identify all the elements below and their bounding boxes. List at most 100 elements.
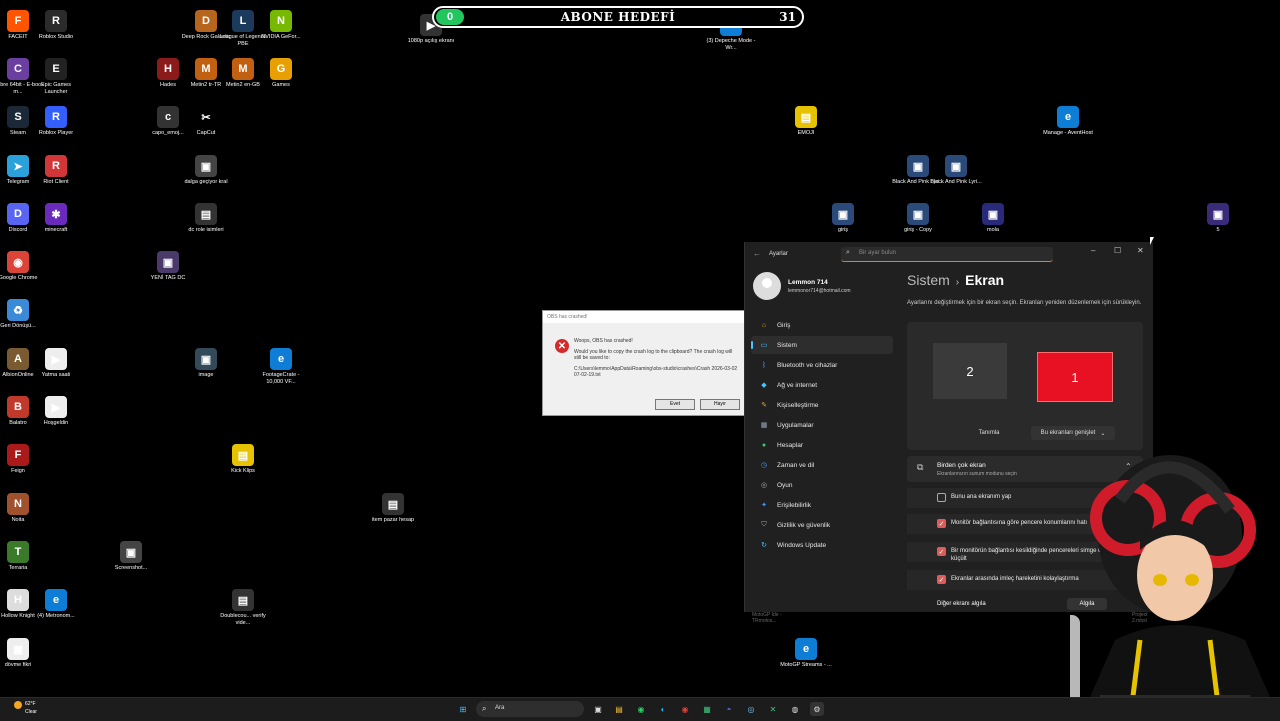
sidebar-item-label: Hesaplar bbox=[777, 441, 804, 449]
no-button[interactable]: Hayır bbox=[700, 399, 740, 410]
desktop-icon-label: dövme fikri bbox=[4, 662, 32, 668]
settings-search-input[interactable]: ⌕ Bir ayar bulun bbox=[841, 247, 1053, 262]
weather-widget[interactable]: 62°F Clear bbox=[14, 701, 37, 715]
desktop-icon[interactable]: ◉ Google Chrome bbox=[0, 251, 38, 282]
desktop-icon[interactable]: ▣ giriş bbox=[823, 203, 863, 234]
desktop-icon[interactable]: ▤ item pazar hesap bbox=[372, 493, 414, 524]
dialog-line1: Woops, OBS has crashed! bbox=[574, 338, 633, 344]
maximize-icon[interactable]: ☐ bbox=[1114, 246, 1121, 255]
sidebar-item-label: Zaman ve dil bbox=[777, 461, 815, 469]
sidebar-item[interactable]: ✦ Erişilebilirlik bbox=[751, 496, 893, 514]
obs-icon[interactable]: ◍ bbox=[788, 702, 802, 716]
avatar[interactable] bbox=[753, 272, 781, 300]
sidebar-item[interactable]: ⛉ Gizlilik ve güvenlik bbox=[751, 516, 893, 534]
edge-icon[interactable]: ◐ bbox=[656, 702, 670, 716]
weather-temp: 62°F bbox=[25, 701, 36, 707]
back-arrow-icon[interactable]: ← bbox=[753, 249, 761, 258]
desktop-icon[interactable]: e Manage - AventHost bbox=[1043, 106, 1093, 137]
steam-icon[interactable]: ◎ bbox=[744, 702, 758, 716]
desktop-icon[interactable]: ▣ 5 bbox=[1198, 203, 1238, 234]
identify-button[interactable]: Tanımla bbox=[977, 426, 1001, 440]
desktop-icon[interactable]: ▣ image bbox=[186, 348, 226, 379]
checkbox[interactable] bbox=[937, 493, 946, 502]
desktop-icon-label: dalga geçiyor kral bbox=[184, 179, 228, 185]
file-explorer-icon[interactable]: ▤ bbox=[612, 702, 626, 716]
checkbox[interactable]: ✓ bbox=[937, 519, 946, 528]
checkbox[interactable]: ✓ bbox=[937, 547, 946, 556]
desktop-icon[interactable]: ▣ dövme fikri bbox=[0, 638, 38, 669]
checkbox[interactable]: ✓ bbox=[937, 575, 946, 584]
desktop-icon[interactable]: L League of Legends PBE bbox=[219, 10, 267, 48]
desktop-icon[interactable]: ▤ EMOJI bbox=[786, 106, 826, 137]
sheets-icon[interactable]: ▦ bbox=[700, 702, 714, 716]
sidebar-item[interactable]: ᛒ Bluetooth ve cihazlar bbox=[751, 356, 893, 374]
desktop-icon-label: (3) Depeche Mode - Wr... bbox=[706, 38, 756, 51]
chevron-right-icon: › bbox=[955, 277, 960, 288]
close-icon[interactable]: ✕ bbox=[1137, 246, 1144, 255]
desktop-icon[interactable]: T Terraria bbox=[0, 541, 38, 572]
sidebar-item[interactable]: ◎ Oyun bbox=[751, 476, 893, 494]
desktop-icon[interactable]: F Feign bbox=[0, 444, 38, 475]
sidebar-item[interactable]: ● Hesaplar bbox=[751, 436, 893, 454]
detect-label: Diğer ekranı algıla bbox=[937, 601, 986, 607]
sidebar-item[interactable]: ⌂ Giriş bbox=[751, 316, 893, 334]
desktop-icon[interactable]: ▣ dalga geçiyor kral bbox=[184, 155, 228, 186]
sidebar-item-label: Sistem bbox=[777, 341, 797, 349]
task-view-icon[interactable]: ▣ bbox=[591, 702, 605, 716]
desktop-icon[interactable]: E Epic Games Launcher bbox=[36, 58, 76, 96]
desktop-icon[interactable]: ▣ giriş - Copy bbox=[898, 203, 938, 234]
minimize-icon[interactable]: – bbox=[1091, 246, 1095, 255]
monitor-1-selected[interactable]: 1 bbox=[1037, 352, 1113, 402]
desktop-icon[interactable]: ▣ Black And Pink Lyri... bbox=[930, 155, 982, 186]
desktop-icon[interactable]: ✂ CapCut bbox=[186, 106, 226, 137]
chrome-icon[interactable]: ◉ bbox=[678, 702, 692, 716]
desktop-icon[interactable]: e MotoGP Streams - ... bbox=[780, 638, 832, 669]
desktop-icon[interactable]: ▣ YENİ TAG DC bbox=[148, 251, 188, 282]
desktop-icon[interactable]: R Riot Client bbox=[36, 155, 76, 186]
search-icon: ⌕ bbox=[846, 249, 850, 256]
desktop-icon[interactable]: R Roblox Player bbox=[36, 106, 76, 137]
desktop-icon[interactable]: ▤ Kick Klips bbox=[223, 444, 263, 475]
desktop-icon[interactable]: R Roblox Studio bbox=[36, 10, 76, 41]
monitor-2[interactable]: 2 bbox=[933, 343, 1007, 399]
app-icon: E bbox=[45, 58, 67, 80]
whatsapp-icon[interactable]: ◉ bbox=[634, 702, 648, 716]
desktop-icon[interactable]: ▤ dc role isimleri bbox=[186, 203, 226, 234]
sidebar-item[interactable]: ↻ Windows Update bbox=[751, 536, 893, 554]
desktop-icon-label: 1080p açılış ekranı bbox=[407, 38, 455, 44]
desktop-icon[interactable]: ▣ mola bbox=[973, 203, 1013, 234]
desktop-icon[interactable]: N Noita bbox=[0, 493, 38, 524]
desktop-icon-label: item pazar hesap bbox=[371, 517, 415, 523]
desktop-icon[interactable]: ✱ minecraft bbox=[36, 203, 76, 234]
search-placeholder: Bir ayar bulun bbox=[859, 250, 897, 256]
desktop-icon[interactable]: ▤ Doublecou... verify vide... bbox=[220, 589, 266, 627]
start-button-icon[interactable]: ⊞ bbox=[456, 702, 470, 716]
goal-title: ABONE HEDEFİ bbox=[560, 10, 676, 24]
extend-dropdown[interactable]: Bu ekranları genişlet ⌄ bbox=[1031, 426, 1115, 440]
sidebar-item[interactable]: ▦ Uygulamalar bbox=[751, 416, 893, 434]
settings-gear-icon[interactable]: ⚙ bbox=[810, 702, 824, 716]
desktop-icon[interactable]: ♻ Geri Dönüşü... bbox=[0, 299, 38, 330]
sidebar-item[interactable]: ✎ Kişiselleştirme bbox=[751, 396, 893, 414]
discord-icon[interactable]: ◓ bbox=[722, 702, 736, 716]
shield-icon: ⛉ bbox=[761, 521, 767, 528]
taskbar-search[interactable]: ⌕ Ara bbox=[476, 701, 584, 717]
desktop-icon[interactable]: G Games bbox=[261, 58, 301, 89]
desktop-icon[interactable]: e (4) Metronom... bbox=[36, 589, 76, 620]
desktop-icon[interactable]: ▣ Screenshot... bbox=[111, 541, 151, 572]
yes-button[interactable]: Evet bbox=[655, 399, 695, 410]
update-icon: ↻ bbox=[761, 542, 767, 549]
breadcrumb-parent[interactable]: Sistem bbox=[907, 272, 950, 288]
desktop-icon[interactable]: ▶ Hoşgeldin bbox=[36, 396, 76, 427]
app-icon: ▣ bbox=[195, 155, 217, 177]
sidebar-item[interactable]: ◷ Zaman ve dil bbox=[751, 456, 893, 474]
sidebar-item[interactable]: ▭ Sistem bbox=[751, 336, 893, 354]
multi-subtitle: Ekranlarınızın sunum modunu seçin bbox=[937, 471, 1017, 477]
desktop-icon[interactable]: N NVIDIA GeFor... bbox=[261, 10, 301, 41]
app-icon: C bbox=[7, 58, 29, 80]
desktop-icon[interactable]: e FootageCrate - 10,000 VF... bbox=[261, 348, 301, 386]
desktop-icon[interactable]: ▶ Yatma saati bbox=[36, 348, 76, 379]
sidebar-item[interactable]: ◆ Ağ ve internet bbox=[751, 376, 893, 394]
sidebar-item-label: Uygulamalar bbox=[777, 421, 814, 429]
xbox-icon[interactable]: ✕ bbox=[766, 702, 780, 716]
